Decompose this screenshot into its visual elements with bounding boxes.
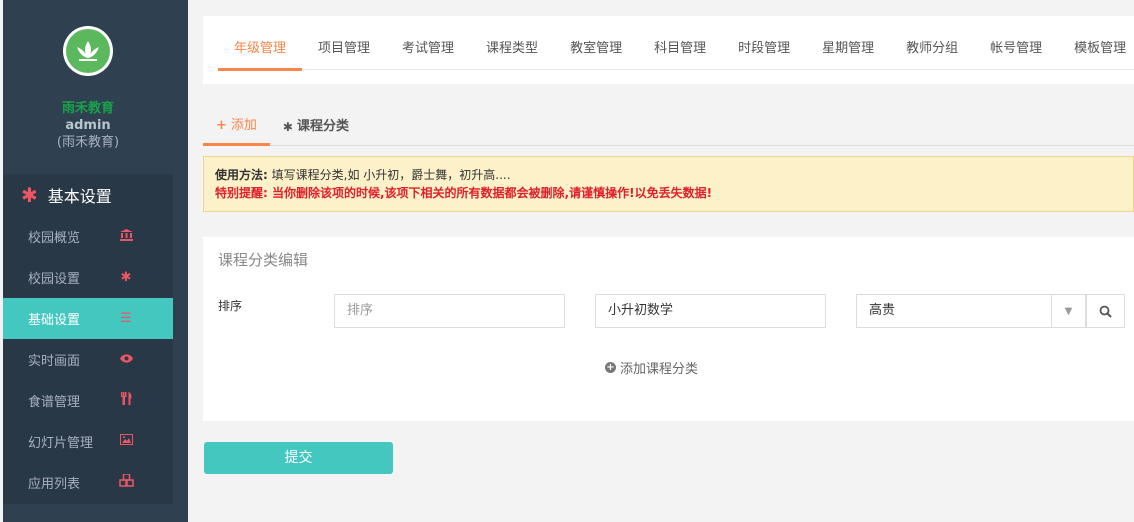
- user-block: 雨禾教育 admin (雨禾教育): [3, 100, 173, 151]
- sidebar-item-label: 基础设置: [28, 313, 81, 328]
- sidebar-item-campus-overview[interactable]: 校园概览: [3, 216, 173, 257]
- sidebar-item-label: 应用列表: [28, 477, 81, 492]
- plus-icon: +: [216, 117, 227, 133]
- sidebar-item-campus-settings[interactable]: 校园设置 ✱: [3, 257, 173, 298]
- usage-notice: 使用方法: 填写课程分类,如 小升初，爵士舞，初升高.... 特别提醒: 当你删…: [203, 156, 1134, 212]
- logo-icon: [66, 29, 110, 73]
- tab-exam-management[interactable]: 考试管理: [386, 16, 470, 70]
- tab-course-category-label: 课程分类: [296, 119, 349, 134]
- menu-section-label: 基本设置: [47, 187, 112, 206]
- sidebar-item-app-list[interactable]: 应用列表: [3, 462, 173, 503]
- usage-label: 使用方法:: [215, 168, 268, 182]
- tab-weekday-management[interactable]: 星期管理: [806, 16, 890, 70]
- sidebar-item-label: 校园概览: [28, 231, 81, 246]
- tab-subject-management[interactable]: 科目管理: [638, 16, 722, 70]
- sidebar-edge: [0, 0, 3, 522]
- sidebar-item-recipes[interactable]: 食谱管理: [3, 380, 173, 421]
- tab-grade-management[interactable]: 年级管理: [218, 16, 303, 71]
- panel-title: 课程分类编辑: [218, 251, 309, 269]
- gear-icon: ✱: [282, 120, 293, 134]
- sidebar-item-slides[interactable]: 幻灯片管理: [3, 421, 173, 462]
- gear-icon: ✱: [120, 270, 132, 285]
- search-icon: [1099, 305, 1112, 318]
- bank-icon: [119, 228, 133, 245]
- tab-account-management[interactable]: 帐号管理: [974, 16, 1058, 70]
- list-icon: ☰: [120, 311, 132, 326]
- sub-tabs: + 添加 ✱ 课程分类: [203, 108, 1134, 146]
- org-sub: (雨禾教育): [56, 135, 120, 150]
- sidebar-item-label: 幻灯片管理: [28, 436, 94, 451]
- top-tab-panel: 年级管理 项目管理 考试管理 课程类型 教室管理 科目管理 时段管理 星期管理 …: [203, 16, 1134, 84]
- cutlery-icon: [119, 392, 133, 409]
- category-name-input[interactable]: 小升初数学: [595, 294, 826, 328]
- sidebar-item-label: 校园设置: [28, 272, 81, 287]
- tab-course-type[interactable]: 课程类型: [470, 16, 554, 70]
- tab-classroom-management[interactable]: 教室管理: [554, 16, 638, 70]
- sidebar-item-label: 食谱管理: [28, 395, 81, 410]
- picture-icon: [119, 434, 133, 449]
- sidebar-item-basic-settings[interactable]: 基础设置 ☰: [3, 298, 173, 339]
- tab-add[interactable]: + 添加: [203, 108, 270, 146]
- tab-project-management[interactable]: 项目管理: [302, 16, 386, 70]
- username: admin: [65, 118, 111, 133]
- sort-label: 排序: [218, 299, 243, 313]
- sidebar: 雨禾教育 admin (雨禾教育) ✱ 基本设置 校园概览 校园设置 ✱ 基础设…: [0, 0, 188, 522]
- submit-button[interactable]: 提交: [204, 442, 393, 474]
- tab-template-management[interactable]: 模板管理: [1058, 16, 1134, 70]
- tab-course-category[interactable]: ✱ 课程分类: [270, 108, 362, 146]
- search-button[interactable]: [1086, 294, 1125, 328]
- org-name: 雨禾教育: [61, 101, 114, 116]
- logo: [63, 26, 113, 76]
- sidebar-item-live-view[interactable]: 实时画面: [3, 339, 173, 380]
- usage-line: 使用方法: 填写课程分类,如 小升初，爵士舞，初升高....: [215, 166, 1122, 184]
- tab-teacher-group[interactable]: 教师分组: [890, 16, 974, 70]
- sidebar-item-label: 实时画面: [28, 354, 81, 369]
- category-edit-panel: 课程分类编辑 排序 排序 小升初数学 高贵 ▼ + 添加课程分类: [203, 237, 1134, 421]
- cubes-icon: [119, 473, 134, 491]
- plus-circle-icon: +: [605, 362, 616, 373]
- gear-icon: ✱: [21, 183, 38, 207]
- tab-timeslot-management[interactable]: 时段管理: [722, 16, 806, 70]
- tab-add-label: 添加: [230, 117, 257, 133]
- add-category-label: 添加课程分类: [620, 362, 699, 377]
- chevron-down-icon[interactable]: ▼: [1051, 294, 1086, 328]
- warning-text: 特别提醒: 当你删除该项的时候,该项下相关的所有数据都会被删除,请谨慎操作!以免…: [215, 186, 713, 200]
- eye-icon: [119, 352, 133, 367]
- sort-input[interactable]: 排序: [334, 294, 565, 328]
- usage-text: 填写课程分类,如 小升初，爵士舞，初升高....: [271, 168, 511, 182]
- add-category-link[interactable]: + 添加课程分类: [605, 358, 698, 377]
- sidebar-menu: ✱ 基本设置 校园概览 校园设置 ✱ 基础设置 ☰ 实时画面 食谱管理 幻灯片管…: [3, 174, 173, 504]
- level-select[interactable]: 高贵: [856, 294, 1052, 328]
- top-tabs: 年级管理 项目管理 考试管理 课程类型 教室管理 科目管理 时段管理 星期管理 …: [218, 16, 1134, 71]
- menu-section-basic-settings[interactable]: ✱ 基本设置: [3, 174, 173, 216]
